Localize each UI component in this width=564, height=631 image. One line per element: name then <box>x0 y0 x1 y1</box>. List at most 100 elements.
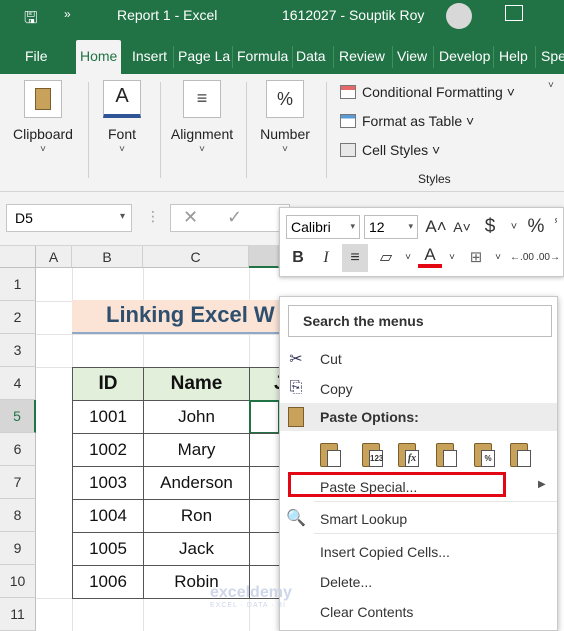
row-header[interactable]: 7 <box>0 466 36 499</box>
table-cell[interactable]: 1001 <box>72 400 144 434</box>
tab-formulas[interactable]: Formula <box>234 42 291 72</box>
menu-item-copy[interactable]: Copy <box>320 381 353 397</box>
font-group[interactable]: A Font ˅ <box>96 80 148 155</box>
row-header[interactable]: 10 <box>0 565 36 598</box>
paste-formulas-icon[interactable]: fx <box>396 441 422 469</box>
font-size-select[interactable]: 12 ▾ <box>364 215 418 239</box>
save-icon[interactable]: 🖫 <box>24 7 38 34</box>
table-cell[interactable] <box>249 433 280 467</box>
cancel-icon[interactable]: ✕ <box>183 207 198 228</box>
chevron-down-icon[interactable]: ˅ <box>486 246 510 270</box>
table-cell[interactable]: John <box>143 400 250 434</box>
conditional-formatting-button[interactable]: Conditional Formatting ˅ <box>340 84 515 100</box>
fill-color-icon[interactable]: ▱ <box>374 246 398 270</box>
ribbon-display-icon[interactable] <box>505 5 523 21</box>
paste-values-icon[interactable]: 123 <box>360 441 386 469</box>
tab-home[interactable]: Home <box>76 40 122 74</box>
tab-review[interactable]: Review <box>336 42 388 72</box>
column-header[interactable]: B <box>72 246 143 268</box>
align-center-icon: ≡ <box>183 80 221 118</box>
alignment-group[interactable]: ≡ Alignment ˅ <box>166 80 238 155</box>
comma-style-icon[interactable]: ⸯ <box>544 215 564 239</box>
table-cell[interactable]: Ron <box>143 499 250 533</box>
quick-access-more-icon[interactable]: » <box>64 7 71 21</box>
table-cell[interactable]: 1004 <box>72 499 144 533</box>
tab-special[interactable]: Speci <box>538 42 564 72</box>
decrease-decimal-icon[interactable]: .00→ <box>536 246 560 270</box>
table-cell[interactable]: 1005 <box>72 532 144 566</box>
cell-styles-button[interactable]: Cell Styles ˅ <box>340 142 440 158</box>
tab-help[interactable]: Help <box>496 42 531 72</box>
row-header[interactable]: 11 <box>0 598 36 631</box>
row-header[interactable]: 1 <box>0 268 36 301</box>
table-header[interactable]: J <box>249 367 280 401</box>
align-center-icon[interactable]: ≡ <box>342 244 368 272</box>
number-group[interactable]: % Number ˅ <box>254 80 316 155</box>
row-header[interactable]: 8 <box>0 499 36 532</box>
row-header[interactable]: 9 <box>0 532 36 565</box>
bold-icon[interactable]: B <box>286 246 310 270</box>
search-menus-input[interactable]: Search the menus <box>288 305 552 337</box>
row-header[interactable]: 2 <box>0 301 36 334</box>
watermark-name: exceldemy <box>210 584 292 601</box>
table-cell[interactable]: Anderson <box>143 466 250 500</box>
column-header-d[interactable] <box>249 246 279 268</box>
menu-separator <box>314 501 557 502</box>
paste-special-highlight <box>288 472 506 497</box>
increase-decimal-icon[interactable]: ←.00 <box>510 246 534 270</box>
menu-item-cut[interactable]: Cut <box>320 351 342 367</box>
decrease-font-icon[interactable]: A˅ <box>450 215 474 239</box>
clipboard-group[interactable]: Clipboard ˅ <box>6 80 80 155</box>
menu-item-insert-copied-cells[interactable]: Insert Copied Cells... <box>320 544 450 560</box>
table-cell[interactable]: 1003 <box>72 466 144 500</box>
chevron-down-icon[interactable]: ˅ <box>396 246 420 270</box>
row-header-selected[interactable]: 5 <box>0 400 36 433</box>
tab-insert[interactable]: Insert <box>129 42 170 72</box>
chevron-down-icon: ▾ <box>350 221 355 231</box>
borders-icon[interactable]: ⊞ <box>464 246 488 270</box>
select-all-corner[interactable] <box>0 246 36 268</box>
column-header[interactable]: A <box>36 246 72 268</box>
table-cell[interactable] <box>249 466 280 500</box>
table-cell[interactable] <box>249 532 280 566</box>
paste-icon[interactable] <box>318 441 344 469</box>
paste-link-icon[interactable] <box>508 441 534 469</box>
row-header[interactable]: 3 <box>0 334 36 367</box>
menu-item-clear-contents[interactable]: Clear Contents <box>320 604 413 620</box>
chevron-down-icon[interactable]: ˅ <box>502 215 526 239</box>
chevron-down-icon[interactable]: ˅ <box>440 246 464 270</box>
table-cell[interactable]: Mary <box>143 433 250 467</box>
tab-data[interactable]: Data <box>293 42 329 72</box>
avatar[interactable] <box>446 3 472 29</box>
table-cell[interactable]: 1006 <box>72 565 144 599</box>
row-header[interactable]: 4 <box>0 367 36 400</box>
tab-view[interactable]: View <box>394 42 430 72</box>
chevron-down-icon[interactable]: ▾ <box>120 211 125 222</box>
table-cell[interactable] <box>249 499 280 533</box>
table-header[interactable]: ID <box>72 367 144 401</box>
font-name-select[interactable]: Calibri ▾ <box>286 215 360 239</box>
increase-font-icon[interactable]: A˄ <box>424 215 448 239</box>
tab-separator <box>535 46 536 68</box>
menu-item-smart-lookup[interactable]: Smart Lookup <box>320 511 407 527</box>
tab-page-layout[interactable]: Page La <box>175 42 233 72</box>
selected-cell-d5[interactable] <box>249 400 280 434</box>
row-header[interactable]: 6 <box>0 433 36 466</box>
font-color-icon[interactable]: A <box>418 244 442 268</box>
table-header[interactable]: Name <box>143 367 250 401</box>
currency-icon[interactable]: $ <box>478 215 502 239</box>
table-cell[interactable]: Jack <box>143 532 250 566</box>
chevron-down-icon: ˅ <box>199 144 205 155</box>
enter-icon[interactable]: ✓ <box>227 207 242 228</box>
name-box[interactable]: D5 ▾ <box>6 204 132 232</box>
paste-formatting-icon[interactable]: % <box>472 441 498 469</box>
italic-icon[interactable]: I <box>314 246 338 270</box>
tab-developer[interactable]: Develop <box>436 42 493 72</box>
format-as-table-button[interactable]: Format as Table ˅ <box>340 113 474 129</box>
paste-transpose-icon[interactable] <box>434 441 460 469</box>
table-cell[interactable]: 1002 <box>72 433 144 467</box>
column-header[interactable]: C <box>143 246 249 268</box>
chevron-down-icon[interactable]: ˅ <box>548 80 554 91</box>
menu-item-delete[interactable]: Delete... <box>320 574 372 590</box>
tab-file[interactable]: File <box>22 42 51 72</box>
